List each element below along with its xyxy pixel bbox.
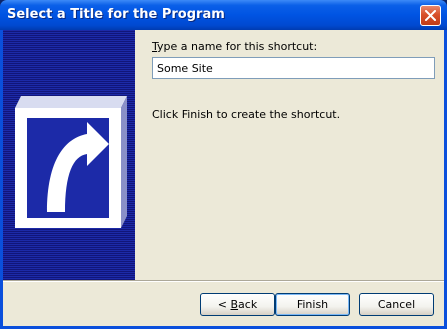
- wizard-banner: [3, 30, 135, 280]
- close-button[interactable]: [420, 5, 441, 26]
- dialog-body: Type a name for this shortcut: Click Fin…: [3, 30, 444, 326]
- shortcut-arrow-icon: [15, 96, 127, 228]
- back-accelerator: B: [230, 298, 239, 311]
- window-frame: Type a name for this shortcut: Click Fin…: [0, 30, 447, 329]
- title-bar[interactable]: Select a Title for the Program: [0, 0, 447, 30]
- back-prefix: <: [217, 298, 231, 311]
- name-label-text: ype a name for this shortcut:: [157, 40, 318, 53]
- dialog-window: Select a Title for the Program Type a na…: [0, 0, 447, 329]
- back-button[interactable]: < Back: [200, 293, 275, 316]
- finish-button[interactable]: Finish: [275, 293, 350, 316]
- cancel-button[interactable]: Cancel: [359, 293, 434, 316]
- shortcut-name-input[interactable]: [152, 57, 435, 79]
- back-label: ack: [238, 298, 258, 311]
- close-icon: [425, 10, 436, 21]
- name-field-label: Type a name for this shortcut:: [152, 40, 317, 53]
- finish-hint-text: Click Finish to create the shortcut.: [152, 108, 341, 121]
- window-title: Select a Title for the Program: [7, 7, 225, 22]
- button-separator: [3, 280, 444, 282]
